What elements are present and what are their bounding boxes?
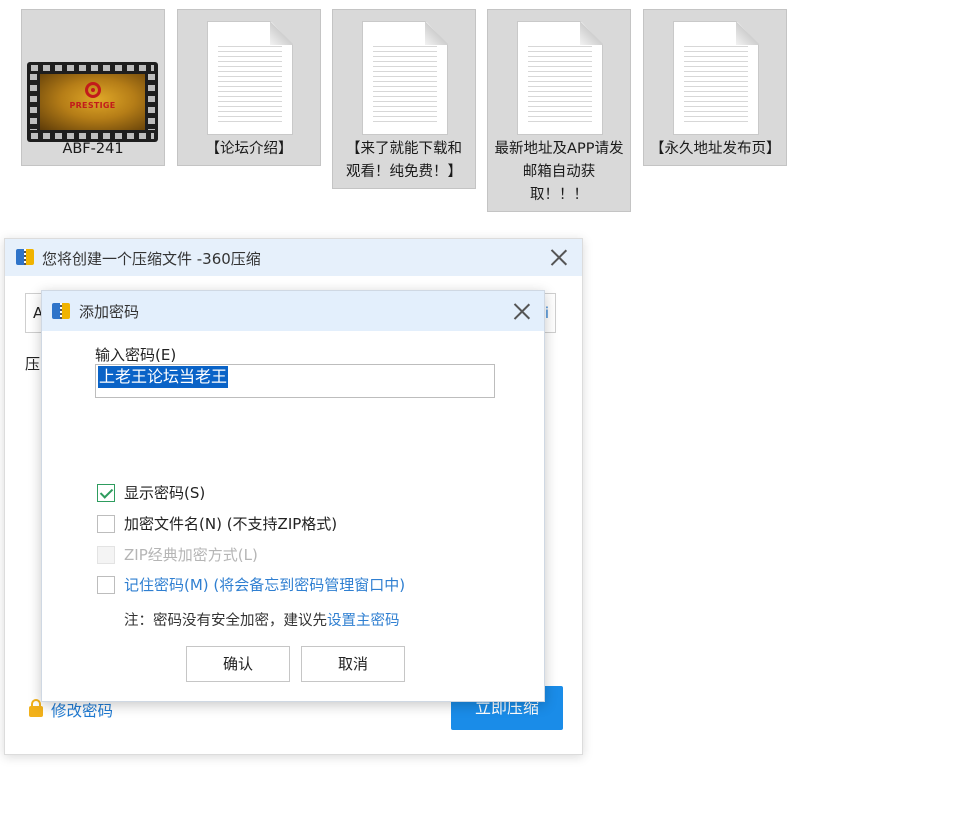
file-tile-doc[interactable]: 【论坛介绍】 [177, 9, 321, 166]
zip-classic-label: ZIP经典加密方式(L) [124, 546, 258, 564]
add-password-titlebar[interactable]: 添加密码 [42, 291, 544, 331]
close-icon[interactable] [512, 301, 532, 321]
file-name: 最新地址及APP请发邮箱自动获取！！！ [494, 141, 624, 203]
set-master-password-link[interactable]: 设置主密码 [327, 613, 400, 629]
password-label: 输入密码(E) [95, 346, 177, 364]
encrypt-filename-checkbox[interactable] [97, 515, 115, 533]
add-password-dialog: 添加密码 输入密码(E) 上老王论坛当老王 显示密码(S) 加密文件名(N) (… [41, 290, 545, 702]
video-film-icon: PRESTIGE [27, 62, 158, 142]
archive-icon [52, 303, 70, 319]
encrypt-filename-label: 加密文件名(N) (不支持ZIP格式) [124, 515, 338, 533]
file-tile-video[interactable]: PRESTIGE ABF-241 [21, 9, 165, 166]
change-password-label: 修改密码 [51, 702, 114, 720]
archive-path-browse[interactable]: i [545, 294, 549, 332]
file-name: 【永久地址发布页】 [650, 141, 781, 157]
security-note-text: 注：密码没有安全加密，建议先 [124, 613, 327, 629]
lock-icon [29, 699, 43, 717]
document-icon [333, 10, 475, 138]
ok-button[interactable]: 确认 [186, 646, 290, 682]
zip-classic-checkbox [97, 546, 115, 564]
file-tile-doc[interactable]: 【永久地址发布页】 [643, 9, 787, 166]
show-password-option[interactable]: 显示密码(S) [97, 482, 205, 503]
video-thumbnail: PRESTIGE [22, 10, 164, 142]
close-icon[interactable] [549, 247, 569, 267]
compress-dialog-titlebar[interactable]: 您将创建一个压缩文件 -360压缩 [5, 239, 582, 276]
file-name: ABF-241 [62, 141, 124, 157]
cancel-button[interactable]: 取消 [301, 646, 405, 682]
zip-classic-option: ZIP经典加密方式(L) [97, 544, 258, 565]
show-password-checkbox[interactable] [97, 484, 115, 502]
password-input[interactable]: 上老王论坛当老王 [95, 364, 495, 398]
prestige-logo-icon [85, 82, 101, 98]
remember-password-label: 记住密码(M) (将会备忘到密码管理窗口中) [124, 576, 406, 594]
security-note: 注：密码没有安全加密，建议先设置主密码 [124, 609, 400, 630]
compress-dialog-title: 您将创建一个压缩文件 -360压缩 [42, 250, 261, 268]
video-thumb-text: PRESTIGE [69, 101, 116, 110]
show-password-label: 显示密码(S) [124, 484, 206, 502]
change-password-link[interactable]: 修改密码 [29, 699, 113, 721]
document-icon [178, 10, 320, 138]
file-name: 【论坛介绍】 [205, 141, 293, 157]
remember-password-checkbox[interactable] [97, 576, 115, 594]
file-name: 【来了就能下载和观看！纯免费！】 [346, 141, 462, 180]
compress-option-label: 压 [25, 355, 41, 373]
encrypt-filename-option[interactable]: 加密文件名(N) (不支持ZIP格式) [97, 513, 337, 534]
file-tile-doc[interactable]: 【来了就能下载和观看！纯免费！】 [332, 9, 476, 189]
file-tile-doc[interactable]: 最新地址及APP请发邮箱自动获取！！！ [487, 9, 631, 212]
add-password-title: 添加密码 [79, 303, 140, 321]
password-value: 上老王论坛当老王 [98, 366, 229, 388]
document-icon [644, 10, 786, 138]
document-icon [488, 10, 630, 138]
remember-password-option[interactable]: 记住密码(M) (将会备忘到密码管理窗口中) [97, 574, 405, 595]
archive-icon [16, 249, 34, 265]
